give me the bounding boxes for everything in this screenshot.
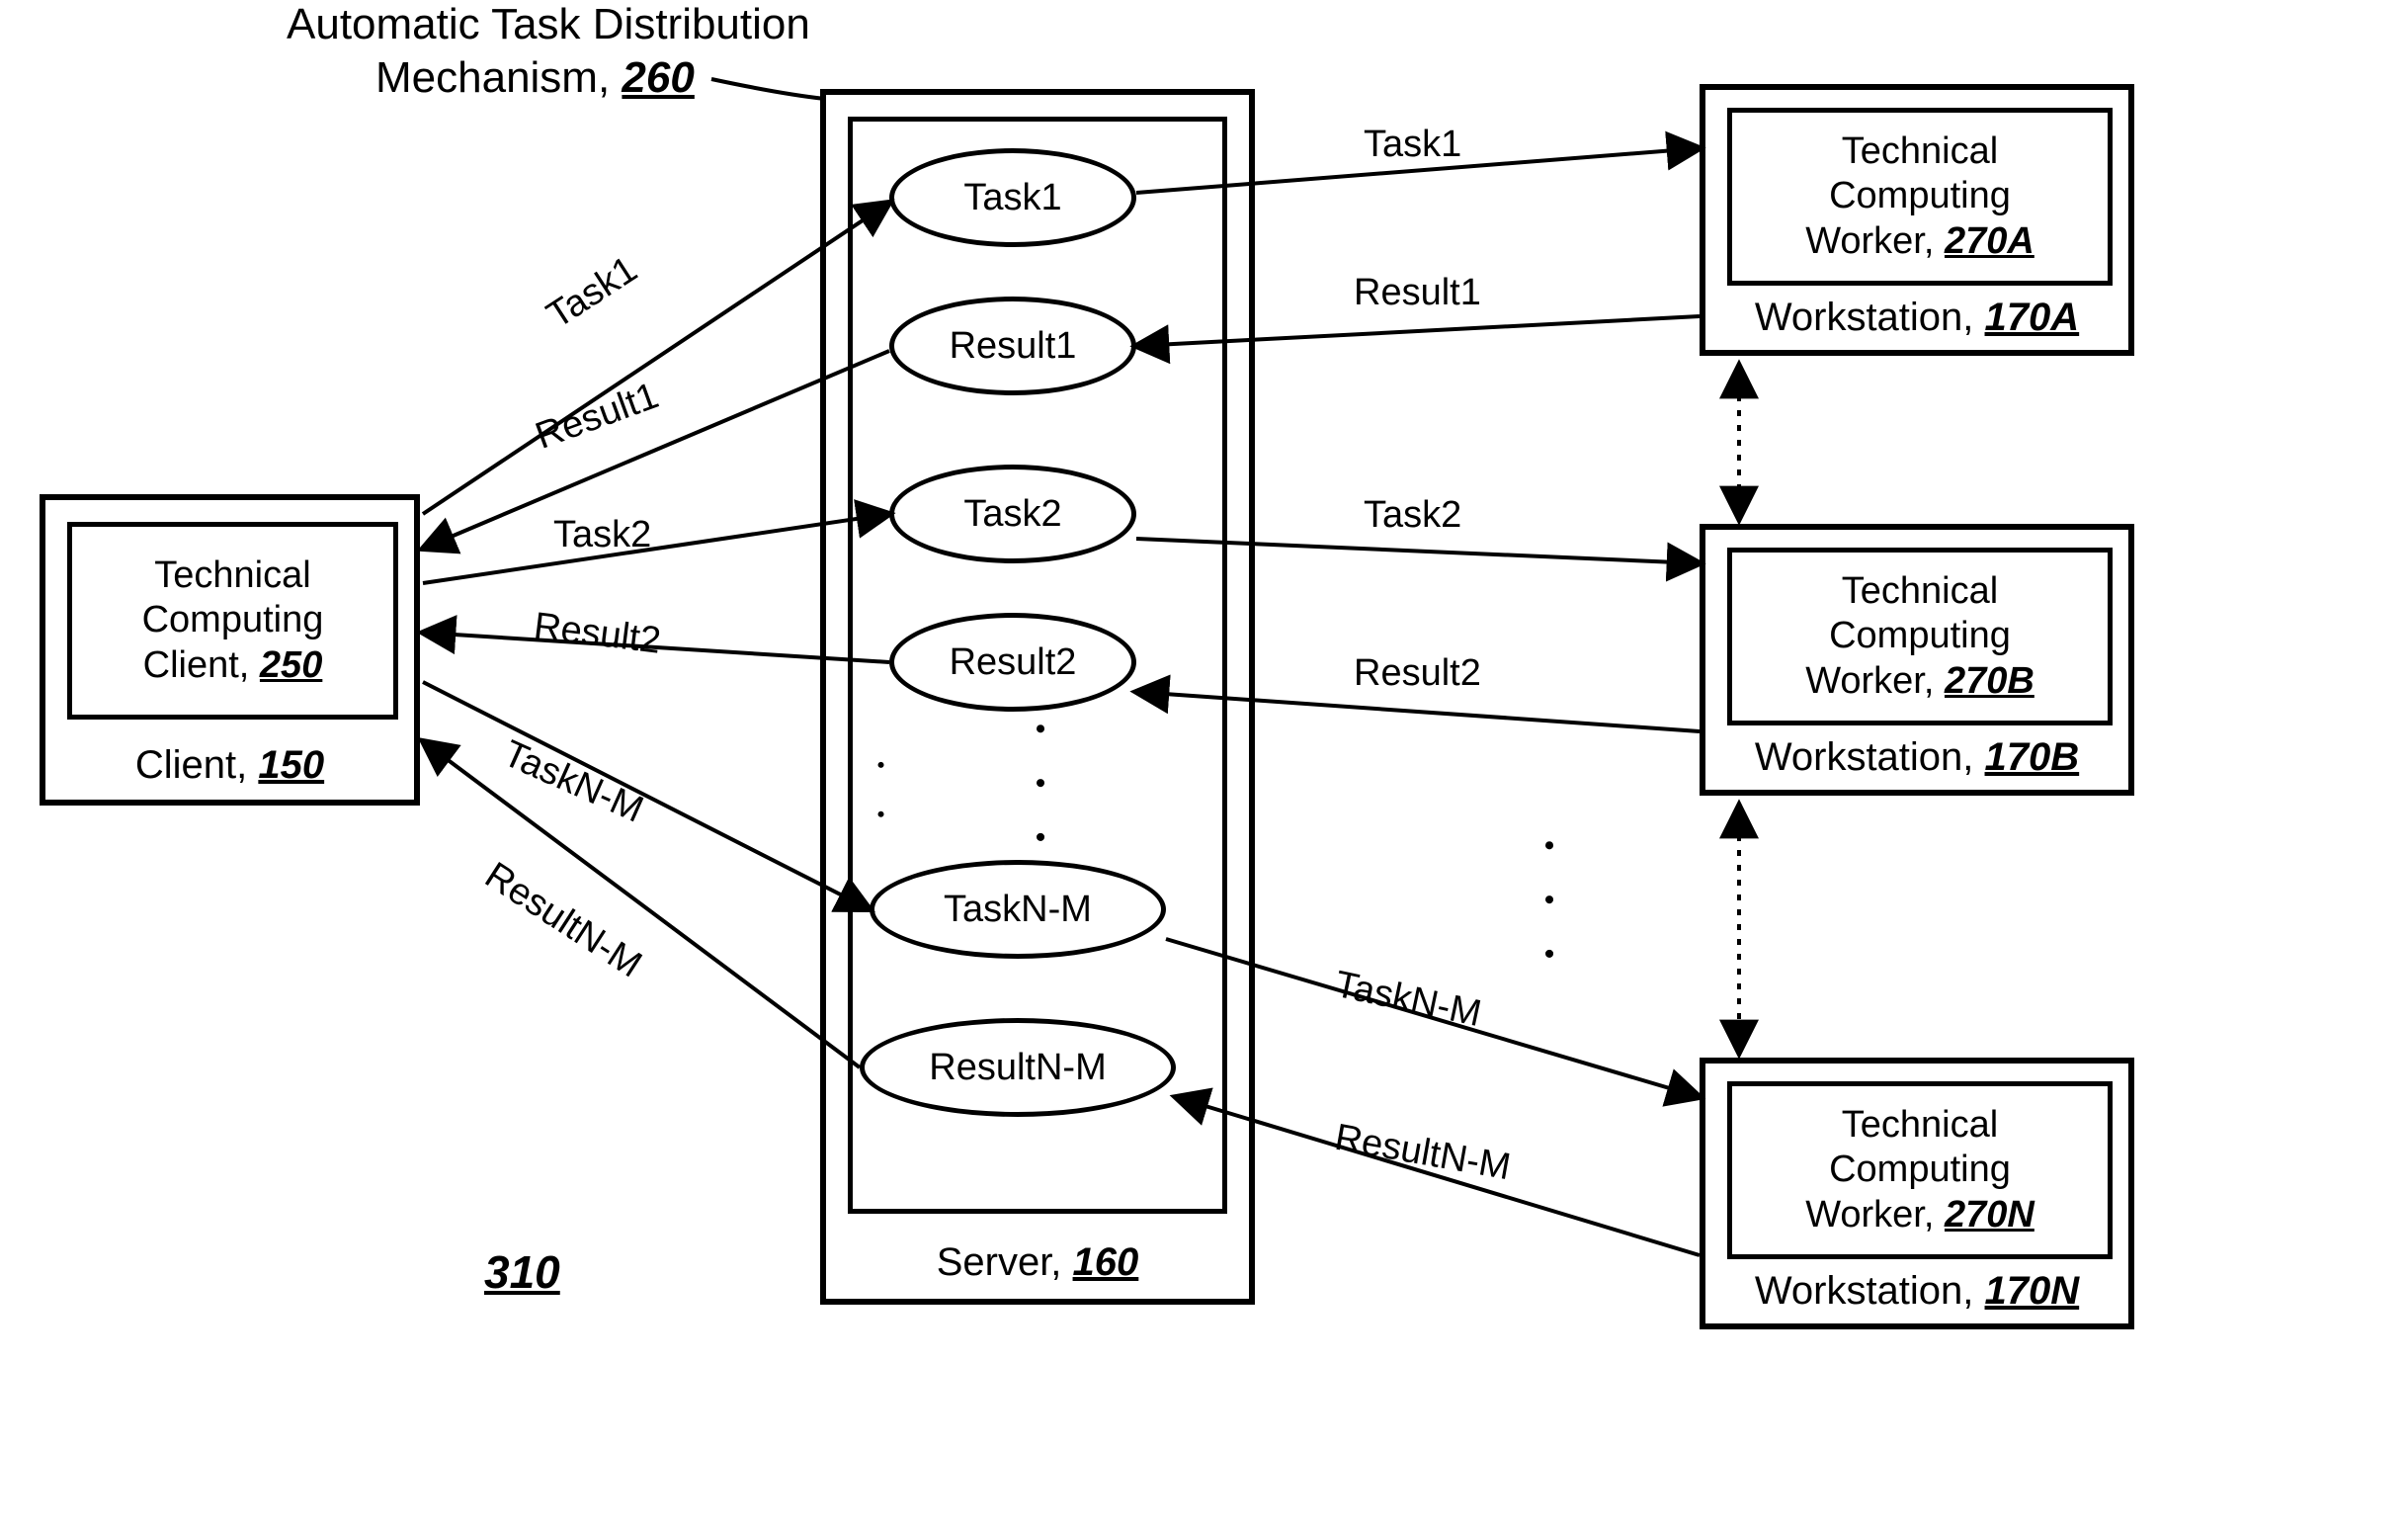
worker-a-line2: Computing: [1805, 174, 2034, 219]
worker-b-line2: Computing: [1805, 614, 2034, 659]
ellipse-resultnm: ResultN-M: [860, 1018, 1176, 1117]
workstation-n-footer: Workstation, 170N: [1705, 1269, 2128, 1314]
worker-n-inner: Technical Computing Worker, 270N: [1727, 1081, 2113, 1259]
client-footer-prefix: Client,: [135, 743, 259, 787]
workstation-n-box: Technical Computing Worker, 270N Worksta…: [1700, 1058, 2134, 1329]
server-vdots-small: • •: [868, 761, 893, 836]
title-prefix: Mechanism,: [375, 53, 622, 102]
workstation-b-prefix: Workstation,: [1755, 735, 1985, 779]
label-client-result2: Result2: [532, 605, 663, 662]
label-client-task1: Task1: [540, 248, 645, 337]
client-line1: Technical: [142, 554, 324, 599]
ellipse-result2: Result2: [889, 613, 1136, 712]
client-footer: Client, 150: [45, 743, 414, 788]
worker-b-inner: Technical Computing Worker, 270B: [1727, 548, 2113, 725]
figure-number: 310: [484, 1245, 560, 1299]
worker-b-line1: Technical: [1805, 569, 2034, 615]
label-worker-result1: Result1: [1354, 272, 1481, 314]
label-client-task2: Task2: [553, 514, 651, 556]
server-vdots: • • •: [1023, 724, 1056, 860]
diagram-title-line1: Automatic Task Distribution: [287, 0, 810, 49]
worker-n-line3-prefix: Worker,: [1805, 1194, 1945, 1235]
worker-b-line3-prefix: Worker,: [1805, 660, 1945, 702]
client-line3-num: 250: [260, 644, 322, 686]
worker-a-line3-num: 270A: [1945, 220, 2034, 262]
ellipse-result1: Result1: [889, 297, 1136, 395]
client-inner-box: Technical Computing Client, 250: [67, 522, 398, 720]
client-footer-num: 150: [258, 743, 324, 787]
worker-n-line3-num: 270N: [1945, 1194, 2034, 1235]
label-worker-resultnm: ResultN-M: [1332, 1117, 1514, 1190]
server-footer-prefix: Server,: [937, 1240, 1073, 1284]
worker-b-line3-num: 270B: [1945, 660, 2034, 702]
workstation-n-num: 170N: [1985, 1269, 2080, 1313]
ellipse-task2: Task2: [889, 465, 1136, 563]
workstation-n-prefix: Workstation,: [1755, 1269, 1985, 1313]
label-worker-tasknm: TaskN-M: [1331, 964, 1485, 1036]
label-client-tasknm: TaskN-M: [497, 732, 649, 831]
worker-a-line1: Technical: [1805, 129, 2034, 175]
workstation-b-num: 170B: [1985, 735, 2080, 779]
label-worker-task2: Task2: [1364, 494, 1461, 537]
workstation-a-num: 170A: [1985, 296, 2080, 339]
client-line3-prefix: Client,: [143, 644, 260, 686]
label-worker-task1: Task1: [1364, 124, 1461, 166]
worker-n-line1: Technical: [1805, 1103, 2034, 1149]
workstation-b-box: Technical Computing Worker, 270B Worksta…: [1700, 524, 2134, 796]
worker-n-line2: Computing: [1805, 1148, 2034, 1193]
label-worker-result2: Result2: [1354, 652, 1481, 695]
client-line2: Computing: [142, 598, 324, 643]
ellipse-tasknm: TaskN-M: [870, 860, 1166, 959]
workstation-b-footer: Workstation, 170B: [1705, 735, 2128, 780]
diagram-title-line2: Mechanism, 260: [375, 53, 695, 103]
ellipse-task1: Task1: [889, 148, 1136, 247]
server-footer-num: 160: [1073, 1240, 1139, 1284]
worker-a-inner: Technical Computing Worker, 270A: [1727, 108, 2113, 286]
label-client-resultnm: ResultN-M: [477, 855, 649, 987]
worker-a-line3-prefix: Worker,: [1805, 220, 1945, 262]
workstation-a-footer: Workstation, 170A: [1705, 296, 2128, 340]
right-vdots: • • •: [1532, 840, 1565, 977]
client-box: Technical Computing Client, 250 Client, …: [40, 494, 420, 806]
server-footer: Server, 160: [826, 1240, 1249, 1285]
workstation-a-box: Technical Computing Worker, 270A Worksta…: [1700, 84, 2134, 356]
label-client-result1: Result1: [531, 375, 665, 458]
workstation-a-prefix: Workstation,: [1755, 296, 1985, 339]
title-num: 260: [622, 53, 694, 102]
